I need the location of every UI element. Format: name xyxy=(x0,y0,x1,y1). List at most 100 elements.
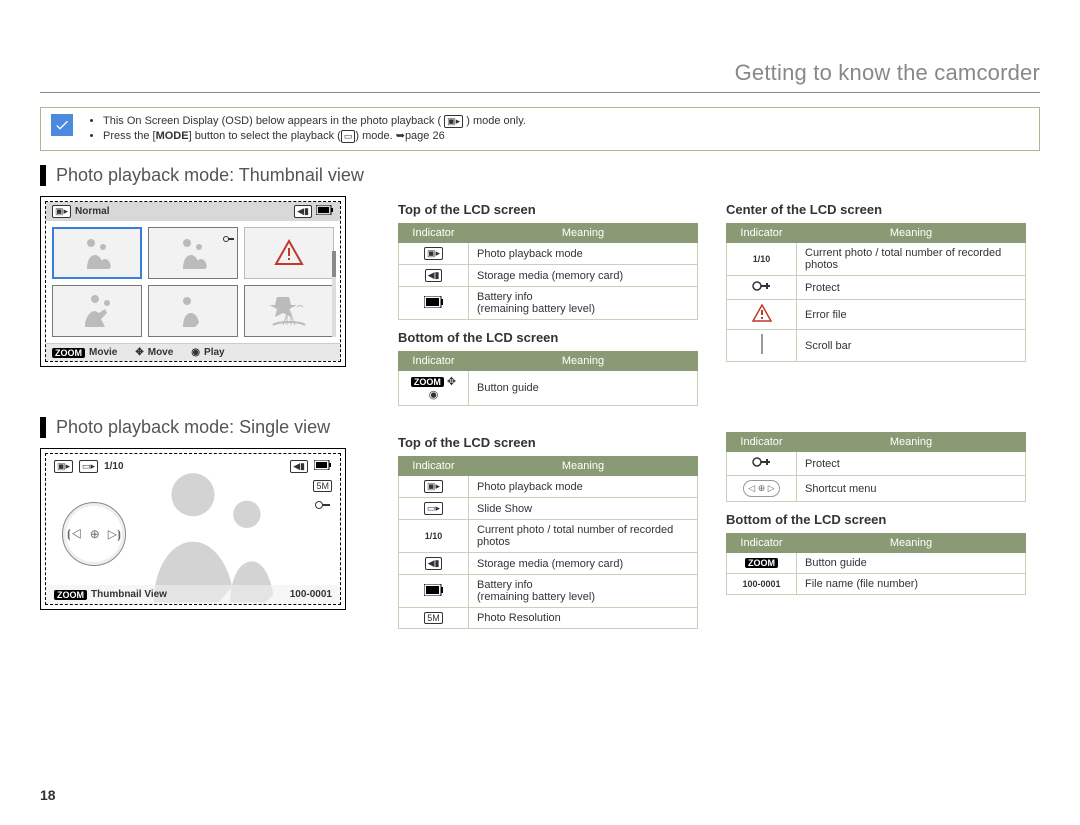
zoom-icon: ZOOM xyxy=(52,348,85,358)
th: Indicator xyxy=(727,433,797,452)
thumbnail-view-button[interactable]: ZOOM Thumbnail View xyxy=(54,589,167,600)
battery-icon xyxy=(424,587,444,599)
card-icon: ◀▮ xyxy=(425,557,443,570)
meaning-cell: Error file xyxy=(797,300,1026,330)
subheading: Bottom of the LCD screen xyxy=(398,330,698,345)
slideshow-icon: ▭▸ xyxy=(79,460,98,473)
meaning-cell: Button guide xyxy=(797,553,1026,574)
lcd-thumbnail-mock: ▣▸ Normal ◀▮ 1/10 xyxy=(40,196,346,367)
photo-mode-icon: ▣▸ xyxy=(424,480,443,493)
label: Thumbnail View xyxy=(91,589,167,600)
subheading: Bottom of the LCD screen xyxy=(726,512,1026,527)
section-title-single: Photo playback mode: Single view xyxy=(40,417,370,438)
photo-mode-icon: ▣▸ xyxy=(54,460,73,473)
note-text: ) mode. xyxy=(355,130,395,142)
slideshow-icon: ▭▸ xyxy=(424,502,443,515)
play-button[interactable]: ◉Play xyxy=(191,347,224,358)
thumbnail-item[interactable] xyxy=(148,227,238,279)
page-ref: page 26 xyxy=(405,130,445,142)
protect-icon xyxy=(315,500,331,513)
meaning-cell: Button guide xyxy=(469,371,698,406)
subheading: Top of the LCD screen xyxy=(398,202,698,217)
info-note-box: This On Screen Display (OSD) below appea… xyxy=(40,107,1040,151)
resolution-icon: 5M xyxy=(313,480,332,492)
normal-label: Normal xyxy=(75,206,109,217)
protect-icon xyxy=(752,283,772,295)
page-number: 18 xyxy=(40,787,56,803)
th: Indicator xyxy=(727,534,797,553)
ok-icon: ◉ xyxy=(429,389,439,401)
thumbnail-item[interactable] xyxy=(148,285,238,337)
thumbnail-item[interactable] xyxy=(244,227,334,279)
photo-mode-icon: ▣▸ xyxy=(444,115,463,128)
meaning-cell: Photo playback mode xyxy=(469,243,698,265)
mode-button-label: MODE xyxy=(156,130,189,142)
zoom-icon: ZOOM xyxy=(411,377,444,387)
subheading: Center of the LCD screen xyxy=(726,202,1026,217)
table-top-lcd-b-right: IndicatorMeaning Protect ◁ ⊕ ▷ Shortcut m… xyxy=(726,432,1026,502)
zoom-icon: ZOOM xyxy=(745,558,778,568)
th: Meaning xyxy=(469,457,698,476)
shortcut-menu-wheel[interactable]: ⦗◁ ⊕ ▷⦘ xyxy=(62,502,126,566)
card-icon: ◀▮ xyxy=(290,460,308,473)
battery-icon xyxy=(316,205,334,218)
battery-icon xyxy=(314,460,332,473)
th: Meaning xyxy=(797,433,1026,452)
meaning-cell: Current photo / total number of recorded… xyxy=(469,520,698,553)
info-note-list: This On Screen Display (OSD) below appea… xyxy=(87,114,526,144)
thumbnail-item[interactable] xyxy=(244,285,334,337)
resolution-icon: 5M xyxy=(424,612,443,624)
meaning-cell: Shortcut menu xyxy=(797,476,1026,502)
joystick-icon: ✥ xyxy=(135,347,143,358)
thumbnail-item[interactable] xyxy=(52,285,142,337)
section-title-thumbnail: Photo playback mode: Thumbnail view xyxy=(40,165,1040,186)
label: Move xyxy=(148,347,174,358)
photo-mode-icon: ▣▸ xyxy=(52,205,71,218)
note-text: ) mode only. xyxy=(466,115,526,127)
meaning-cell: Storage media (memory card) xyxy=(469,553,698,575)
thumbnail-grid xyxy=(52,227,334,337)
ok-icon: ◉ xyxy=(191,347,200,358)
move-button[interactable]: ✥ Move xyxy=(135,347,173,358)
shortcut-menu-icon: ◁ ⊕ ▷ xyxy=(743,480,779,497)
lcd-single-mock: ▣▸ ▭▸ 1/10 ◀▮ 5M xyxy=(40,448,346,610)
meaning-cell: Scroll bar xyxy=(797,330,1026,362)
filename-icon: 100-0001 xyxy=(742,579,780,589)
meaning-cell: Slide Show xyxy=(469,498,698,520)
note-text: ] button to select the playback ( xyxy=(189,130,341,142)
th: Indicator xyxy=(399,352,469,371)
meaning-cell: Photo playback mode xyxy=(469,476,698,498)
count-icon: 1/10 xyxy=(425,531,443,541)
thumbnail-item[interactable] xyxy=(52,227,142,279)
card-icon: ◀▮ xyxy=(294,205,312,218)
th: Indicator xyxy=(399,457,469,476)
subheading: Top of the LCD screen xyxy=(398,435,698,450)
meaning-cell: Photo Resolution xyxy=(469,608,698,629)
card-icon: ◀▮ xyxy=(425,269,443,282)
th: Indicator xyxy=(727,224,797,243)
table-top-lcd-a: IndicatorMeaning ▣▸Photo playback mode ◀… xyxy=(398,223,698,320)
meaning-cell: Storage media (memory card) xyxy=(469,265,698,287)
table-center-lcd: IndicatorMeaning 1/10Current photo / tot… xyxy=(726,223,1026,362)
th: Meaning xyxy=(469,224,698,243)
meaning-cell: Battery info (remaining battery level) xyxy=(469,287,698,320)
table-top-lcd-b: IndicatorMeaning ▣▸ Photo playback mode ▭… xyxy=(398,456,698,629)
rewind-icon: ⦗◁ xyxy=(67,527,82,542)
scrollbar[interactable] xyxy=(332,251,336,337)
note-text: Press the [ xyxy=(103,130,156,142)
zoom-icon: ZOOM xyxy=(54,590,87,600)
check-icon xyxy=(51,114,73,136)
meaning-cell: Battery info (remaining battery level) xyxy=(469,575,698,608)
th: Meaning xyxy=(797,534,1026,553)
battery-icon xyxy=(424,299,444,311)
zoom-icon: ⊕ xyxy=(90,527,100,542)
movie-button[interactable]: ZOOMMovie xyxy=(52,347,117,358)
meaning-cell: Protect xyxy=(797,452,1026,476)
th: Meaning xyxy=(469,352,698,371)
protect-icon xyxy=(223,230,235,248)
meaning-cell: Current photo / total number of recorded… xyxy=(797,243,1026,276)
filename-label: 100-0001 xyxy=(290,589,332,600)
count-icon: 1/10 xyxy=(753,254,771,264)
photo-count: 1/10 xyxy=(104,461,123,472)
warning-icon xyxy=(752,313,772,325)
